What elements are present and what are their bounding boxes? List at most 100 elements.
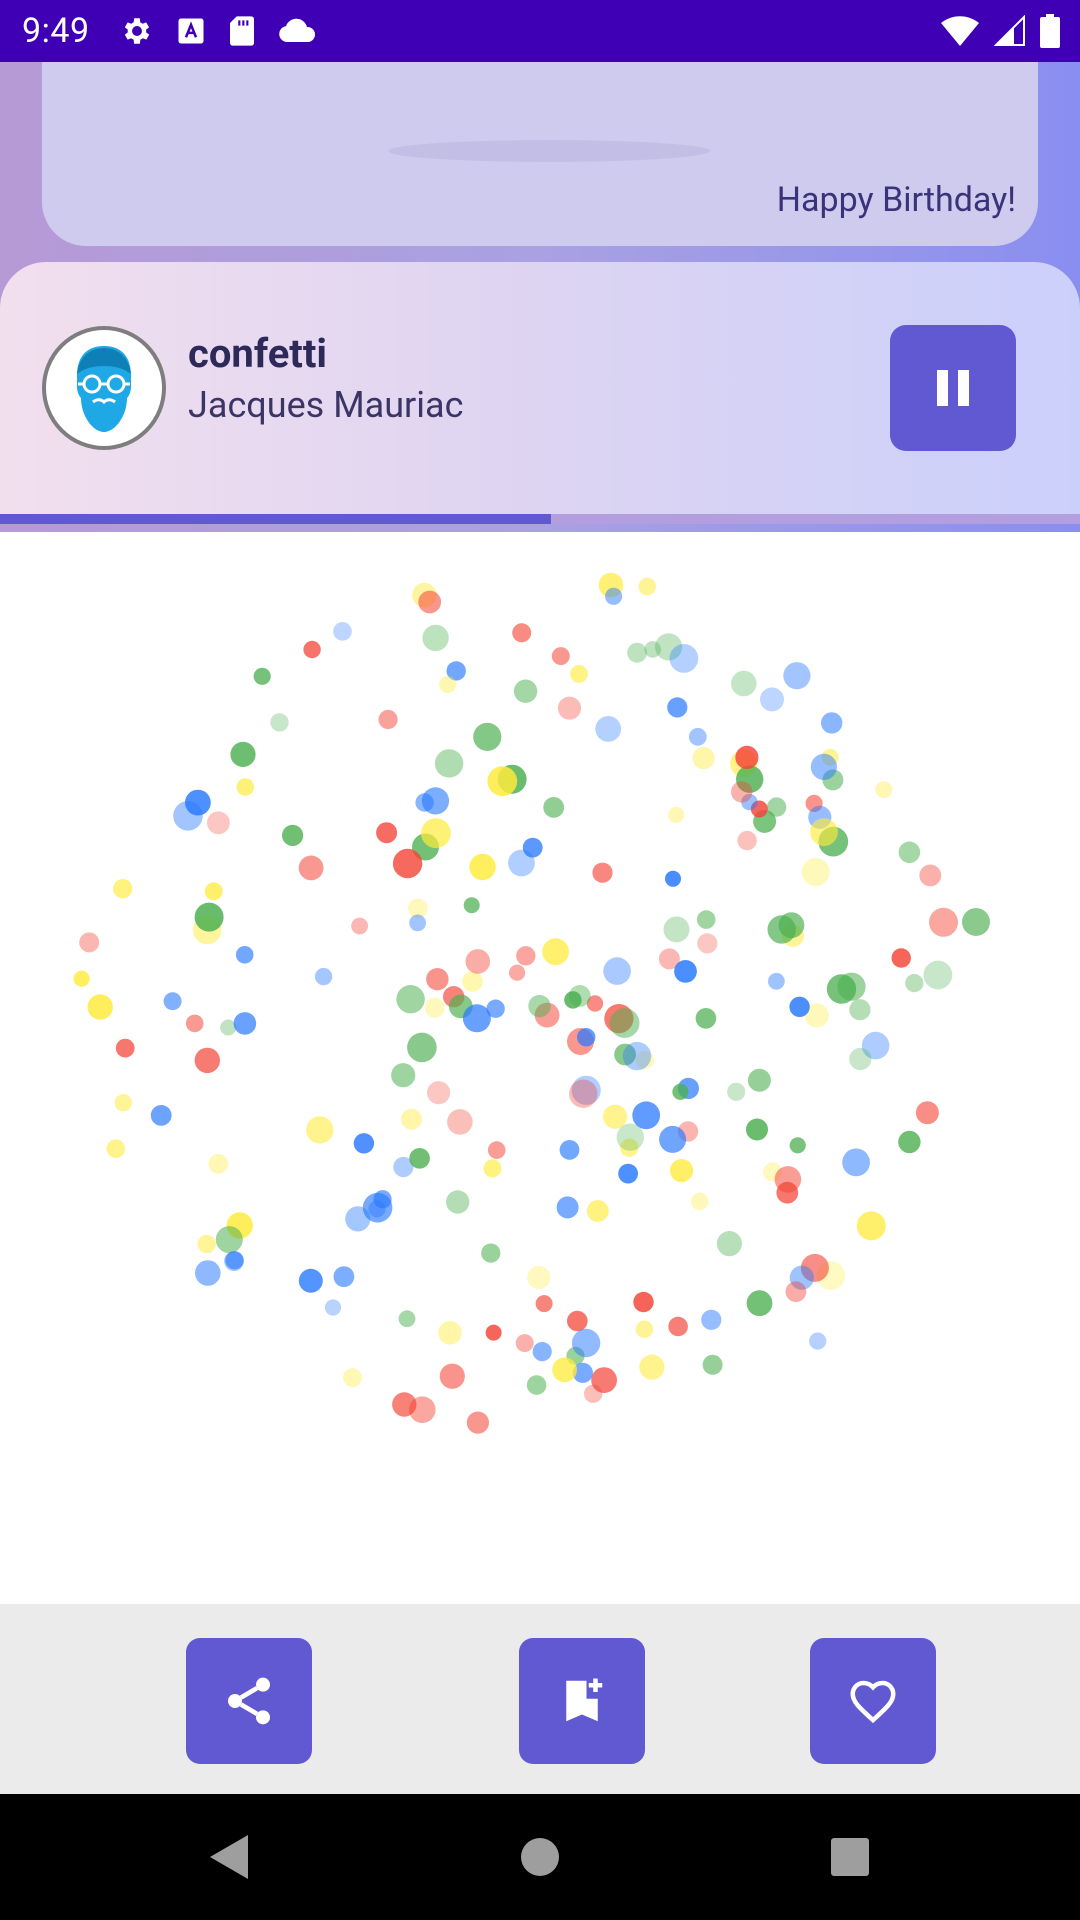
- confetti-dot: [233, 1012, 257, 1035]
- confetti-dot: [418, 590, 442, 614]
- confetti-dot: [343, 1368, 362, 1388]
- confetti-dot: [439, 676, 457, 694]
- confetti-dot: [639, 1354, 665, 1380]
- confetti-dot: [392, 848, 423, 879]
- confetti-dot: [672, 1083, 689, 1100]
- confetti-dot: [106, 1139, 126, 1158]
- confetti-dot: [486, 999, 505, 1018]
- confetti-dot: [633, 1291, 654, 1313]
- confetti-dot: [747, 1068, 771, 1092]
- recents-button[interactable]: [810, 1794, 890, 1920]
- confetti-dot: [592, 862, 613, 883]
- confetti-animation: [73, 572, 990, 1434]
- confetti-dot: [905, 974, 924, 993]
- confetti-dot: [674, 960, 697, 983]
- confetti-dot: [849, 999, 871, 1021]
- confetti-dot: [668, 1316, 688, 1337]
- confetti-dot: [401, 1108, 422, 1130]
- back-button[interactable]: [190, 1794, 270, 1920]
- confetti-dot: [483, 1159, 502, 1178]
- confetti-dot: [785, 1281, 807, 1303]
- confetti-dot: [567, 1310, 588, 1332]
- confetti-dot: [208, 1154, 229, 1174]
- confetti-dot: [663, 916, 690, 943]
- confetti-dot: [422, 624, 449, 652]
- confetti-dot: [253, 667, 271, 685]
- confetti-dot: [462, 971, 483, 992]
- confetti-dot: [235, 946, 254, 964]
- wifi-icon: [941, 16, 979, 46]
- favorite-button[interactable]: [810, 1638, 936, 1764]
- confetti-dot: [391, 1063, 416, 1088]
- confetti-dot: [73, 970, 90, 987]
- confetti-dot: [595, 716, 622, 742]
- confetti-dot: [163, 992, 182, 1011]
- confetti-dot: [760, 687, 784, 712]
- confetti-dot: [552, 1357, 577, 1383]
- confetti-dot: [821, 712, 843, 734]
- confetti-dot: [731, 670, 757, 697]
- confetti-dot: [856, 1211, 886, 1241]
- confetti-dot: [333, 622, 352, 641]
- confetti-dot: [697, 933, 718, 954]
- confetti-dot: [644, 641, 661, 658]
- confetti-dot: [898, 1130, 921, 1154]
- confetti-dot: [508, 964, 526, 981]
- confetti-dot: [115, 1038, 135, 1058]
- confetti-dot: [409, 1396, 436, 1423]
- confetti-dot: [204, 882, 223, 901]
- confetti-dot: [508, 849, 535, 877]
- cloud-icon: [278, 18, 315, 42]
- confetti-dot: [447, 1109, 473, 1135]
- confetti-dot: [409, 1148, 430, 1169]
- confetti-dot: [569, 1079, 598, 1108]
- confetti-dot: [668, 806, 685, 823]
- confetti-dot: [875, 781, 893, 799]
- confetti-dot: [774, 1166, 802, 1193]
- confetti-dot: [622, 1041, 652, 1071]
- confetti-dot: [421, 818, 451, 849]
- confetti-dot: [409, 914, 426, 932]
- confetti-dot: [434, 749, 464, 778]
- confetti-dot: [618, 1163, 638, 1184]
- confetti-dot: [438, 1321, 462, 1345]
- home-button[interactable]: [500, 1794, 580, 1920]
- confetti-dot: [306, 1116, 334, 1144]
- greeting-text: Happy Birthday!: [776, 180, 1016, 220]
- confetti-dot: [638, 577, 656, 596]
- confetti-dot: [426, 968, 449, 991]
- confetti-dot: [469, 853, 496, 881]
- confetti-dot: [194, 902, 224, 932]
- confetti-dot: [571, 1328, 601, 1358]
- confetti-dot: [282, 824, 304, 846]
- confetti-dot: [114, 1094, 132, 1112]
- confetti-dot: [532, 1342, 552, 1362]
- heart-outline-icon: [850, 1680, 896, 1724]
- confetti-dot: [696, 910, 716, 929]
- confetti-dot: [603, 1104, 628, 1129]
- confetti-dot: [627, 642, 647, 663]
- confetti-dot: [516, 946, 536, 966]
- confetti-dot: [665, 870, 681, 887]
- pause-button[interactable]: [890, 325, 1016, 451]
- signal-icon: [994, 15, 1025, 46]
- share-button[interactable]: [186, 1638, 312, 1764]
- confetti-dot: [543, 797, 565, 818]
- share-icon: [228, 1677, 270, 1725]
- confetti-dot: [396, 985, 425, 1014]
- confetti-dot: [669, 644, 699, 673]
- confetti-dot: [185, 1014, 204, 1033]
- confetti-dot: [270, 713, 289, 732]
- bookmark-add-button[interactable]: [519, 1638, 645, 1764]
- confetti-dot: [427, 1081, 451, 1105]
- confetti-dot: [768, 972, 785, 990]
- confetti-dot: [789, 996, 810, 1017]
- confetti-dot: [236, 778, 255, 796]
- confetti-dot: [303, 640, 321, 659]
- confetti-dot: [690, 1192, 709, 1211]
- confetti-dot: [746, 1290, 773, 1317]
- confetti-dot: [778, 912, 805, 939]
- playback-progress-bar[interactable]: [0, 514, 1080, 524]
- confetti-dot: [515, 1334, 534, 1353]
- confetti-dot: [487, 766, 518, 797]
